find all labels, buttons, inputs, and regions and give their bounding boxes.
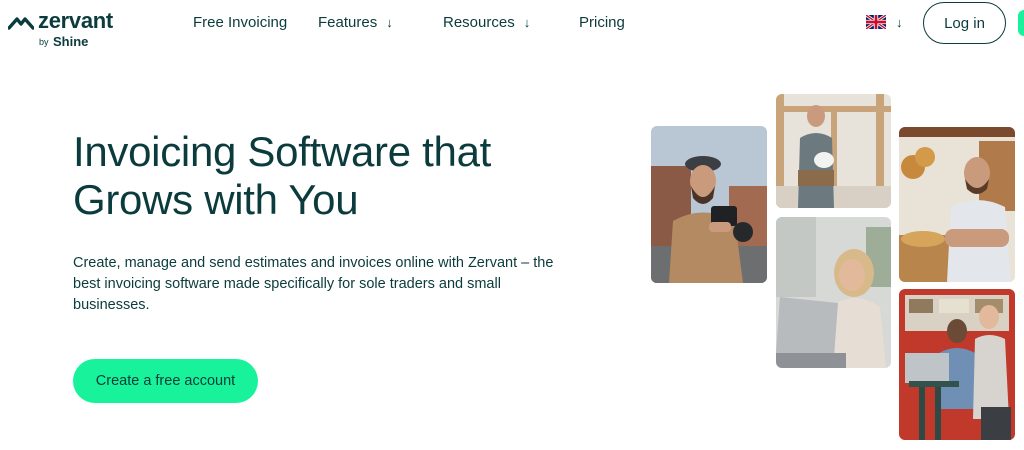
logo-wordmark: zervant <box>38 8 113 33</box>
login-button[interactable]: Log in <box>923 2 1006 44</box>
logo-by-text: by <box>39 37 49 47</box>
create-account-button[interactable]: Create a free account <box>73 359 258 403</box>
nav-free-invoicing[interactable]: Free Invoicing <box>193 14 287 31</box>
nav-features[interactable]: Features ↓ <box>318 14 393 31</box>
logo-parent-brand: Shine <box>53 34 89 49</box>
photo-baker <box>899 127 1015 282</box>
photo-woman-laptop <box>776 217 891 368</box>
uk-flag-icon <box>866 15 886 29</box>
site-header: zervant by Shine Free Invoicing Features… <box>0 0 1024 49</box>
photo-photographer <box>651 126 767 283</box>
zervant-logo-icon <box>8 17 34 30</box>
hero-description: Create, manage and send estimates and in… <box>73 255 554 313</box>
arrow-down-icon: ↓ <box>523 15 531 30</box>
hero-title: Invoicing Software that Grows with You <box>73 128 492 223</box>
arrow-down-icon: ↓ <box>386 15 393 30</box>
signup-button-partial[interactable] <box>1018 10 1024 36</box>
zervant-logo[interactable]: zervant by Shine <box>8 8 138 50</box>
nav-resources[interactable]: Resources ↓ <box>443 14 530 31</box>
nav-pricing-label: Pricing <box>579 14 625 31</box>
nav-features-label: Features <box>318 14 378 31</box>
language-selector[interactable]: ↓ <box>866 15 903 29</box>
nav-pricing[interactable]: Pricing <box>579 14 625 31</box>
arrow-down-icon: ↓ <box>896 14 903 30</box>
nav-free-invoicing-label: Free Invoicing <box>193 14 288 31</box>
nav-resources-label: Resources <box>443 14 515 31</box>
photo-cafe <box>899 289 1015 440</box>
photo-builder <box>776 94 891 208</box>
